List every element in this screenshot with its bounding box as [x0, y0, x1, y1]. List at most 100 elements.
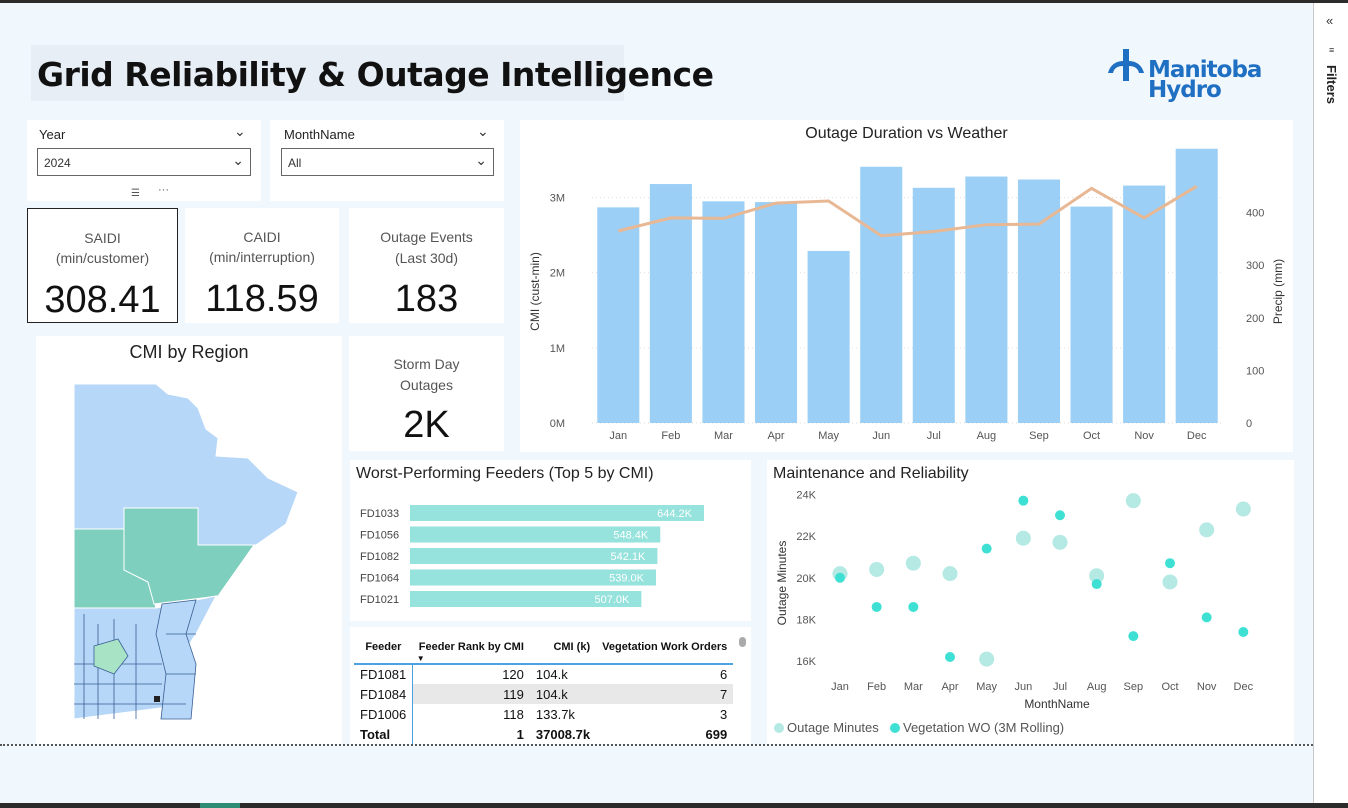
feeder-bar-plot[interactable]: FD1033 644.2K FD1056 548.4K FD1082 542.1K FD10…	[350, 460, 751, 621]
bar-Jan	[597, 207, 640, 423]
caidi-card[interactable]: CAIDI (min/interruption) 118.59	[185, 208, 339, 323]
saidi-card[interactable]: SAIDI (min/customer) 308.41	[27, 208, 178, 323]
x-tick-label: Nov	[1197, 681, 1217, 693]
point-vegetation-wo	[1238, 626, 1249, 637]
x-tick-label: Apr	[941, 681, 958, 693]
x-tick-label: Dec	[1234, 681, 1254, 693]
x-tick-label: Oct	[1161, 681, 1178, 693]
col-feeder-rank[interactable]: Feeder Rank by CMI ▼	[412, 635, 530, 665]
x-tick-label: Mar	[714, 430, 733, 442]
table-row[interactable]: FD1084 119 104.k 7	[354, 684, 734, 704]
y2-tick-label: 300	[1246, 260, 1264, 272]
point-vegetation-wo	[1055, 510, 1065, 521]
storm-day-sublabel: Outages	[400, 377, 453, 393]
chevron-down-icon[interactable]: ⌄	[234, 123, 246, 140]
page-divider	[0, 744, 1313, 746]
legend-marker-vegetation-wo	[890, 723, 900, 733]
x-tick-label: Jun	[1014, 681, 1032, 693]
x-tick-label: Nov	[1134, 430, 1154, 442]
point-vegetation-wo	[835, 572, 845, 583]
point-outage-minutes	[1199, 522, 1215, 538]
y2-tick-label: 100	[1246, 365, 1264, 377]
feeder-matrix[interactable]: Feeder Feeder Rank by CMI ▼ CMI (k) Veget…	[354, 635, 734, 744]
bar-May	[807, 250, 850, 423]
col-feeder[interactable]: Feeder	[354, 635, 413, 665]
maintenance-reliability-chart: Maintenance and Reliability 16K 18K 20K 22K…	[767, 460, 1294, 744]
point-vegetation-wo	[981, 543, 992, 554]
point-vegetation-wo	[1128, 631, 1139, 642]
outage-events-label: Outage Events	[380, 229, 473, 245]
combo-chart-plot[interactable]: 0M 1M 2M 3M 0 100 200 300 400 Jan Feb Mar Apr May Jun J…	[520, 120, 1293, 452]
point-outage-minutes	[979, 651, 995, 667]
page-title: Grid Reliability & Outage Intelligence	[37, 55, 714, 94]
legend-label-outage-minutes: Outage Minutes	[787, 720, 879, 735]
x-tick-label: Aug	[977, 430, 997, 442]
x-tick-label: May	[818, 430, 839, 442]
feeder-label: FD1056	[360, 530, 399, 542]
point-vegetation-wo	[1018, 495, 1029, 506]
bar-Aug	[965, 176, 1008, 423]
bar-Mar	[702, 201, 745, 423]
year-dropdown[interactable]: 2024 ⌄	[37, 148, 251, 176]
x-axis-label: MonthName	[1024, 697, 1090, 711]
y-tick-label: 0M	[550, 418, 565, 430]
scatter-plot[interactable]: 16K 18K 20K 22K 24K Jan Feb Mar Apr May Jun Jul Aug S…	[767, 460, 1294, 744]
filter-icon[interactable]: ☰	[131, 188, 140, 199]
filters-pane[interactable]: « ≡ Filters	[1313, 3, 1348, 803]
point-vegetation-wo	[1201, 612, 1212, 623]
bar-Nov	[1123, 185, 1166, 423]
page-tab-indicator	[200, 803, 240, 808]
outage-events-value: 183	[394, 278, 459, 320]
table-row[interactable]: FD1006 118 133.7k 3	[354, 704, 733, 724]
title-banner: Grid Reliability & Outage Intelligence	[31, 45, 714, 101]
feeder-label: FD1082	[360, 551, 399, 563]
x-tick-label: Dec	[1187, 430, 1207, 442]
y2-tick-label: 200	[1246, 313, 1264, 325]
point-outage-minutes	[905, 555, 921, 571]
bar-Feb	[649, 184, 692, 423]
col-veg-orders[interactable]: Vegetation Work Orders	[596, 635, 734, 665]
y-tick-label: 3M	[550, 193, 565, 205]
more-options-icon[interactable]: ···	[158, 184, 169, 196]
legend-marker-outage-minutes	[774, 723, 784, 733]
x-tick-label: Sep	[1029, 430, 1049, 442]
month-dropdown[interactable]: All ⌄	[281, 148, 494, 176]
storm-day-card[interactable]: Storm Day Outages 2K	[349, 336, 504, 451]
table-row[interactable]: FD1081 120 104.k 6	[354, 664, 733, 684]
x-tick-label: Jan	[609, 430, 627, 442]
table-scrollbar[interactable]	[739, 637, 746, 647]
feeder-label: FD1033	[360, 508, 399, 520]
chevron-down-icon[interactable]: ⌄	[477, 123, 489, 140]
y-tick-label: 20K	[796, 573, 816, 585]
chevron-down-icon: ⌄	[232, 152, 244, 168]
map-title: CMI by Region	[129, 342, 249, 362]
sort-desc-icon: ▼	[416, 654, 425, 663]
month-slicer-label: MonthName	[284, 127, 355, 142]
x-tick-label: May	[976, 681, 997, 693]
storm-day-label: Storm Day	[393, 356, 460, 372]
report-canvas: Grid Reliability & Outage Intelligence M…	[0, 3, 1313, 803]
hydro-tower-icon	[1108, 49, 1144, 81]
point-outage-minutes	[1125, 493, 1141, 509]
month-dropdown-value: All	[288, 156, 302, 170]
x-tick-label: Jun	[872, 430, 890, 442]
col-cmi[interactable]: CMI (k)	[529, 635, 597, 665]
point-vegetation-wo	[871, 601, 882, 612]
x-tick-label: Mar	[904, 681, 923, 693]
outage-events-card[interactable]: Outage Events (Last 30d) 183	[349, 208, 504, 323]
bar-Sep	[1017, 179, 1060, 423]
saidi-label: SAIDI	[84, 230, 121, 246]
region-map-graphic[interactable]	[36, 374, 342, 744]
feeder-data-label: 548.4K	[613, 530, 649, 542]
x-tick-label: Jan	[831, 681, 849, 693]
x-tick-label: Aug	[1087, 681, 1107, 693]
point-outage-minutes	[1162, 574, 1178, 590]
collapse-chevron-icon[interactable]: «	[1326, 13, 1333, 28]
point-vegetation-wo	[945, 651, 955, 662]
y-tick-label: 2M	[550, 268, 565, 280]
y-axis-label: CMI (cust-min)	[528, 252, 542, 331]
year-slicer: Year ⌄ 2024 ⌄ ☰ ···	[27, 120, 261, 201]
feeder-data-label: 507.0K	[595, 594, 631, 606]
bar-Dec	[1175, 148, 1218, 423]
filters-pane-label[interactable]: Filters	[1324, 65, 1339, 104]
